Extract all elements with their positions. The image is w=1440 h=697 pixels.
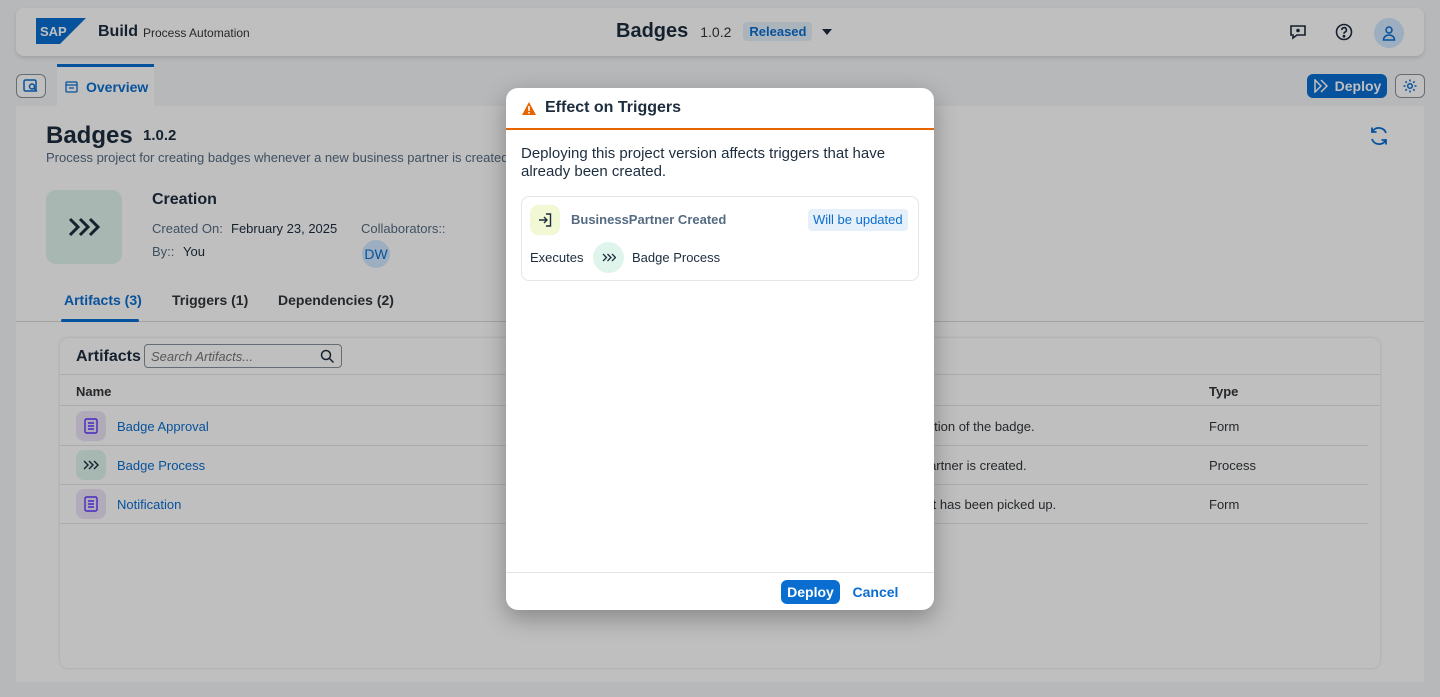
status-badge: Will be updated (808, 209, 908, 231)
dialog-message: Deploying this project version affects t… (521, 145, 886, 180)
trigger-icon (530, 205, 560, 235)
process-name: Badge Process (632, 250, 721, 265)
cancel-button[interactable]: Cancel (848, 580, 903, 604)
dialog-title: Effect on Triggers (545, 99, 682, 116)
dialog-footer: Deploy Cancel (506, 572, 934, 610)
trigger-name: BusinessPartner Created (571, 212, 727, 227)
trigger-card: BusinessPartner Created Will be updated … (521, 196, 919, 281)
dialog-header: Effect on Triggers (506, 88, 934, 130)
executes-label: Executes (530, 250, 584, 265)
process-icon (593, 242, 624, 273)
effect-on-triggers-dialog: Effect on Triggers Deploying this projec… (506, 88, 934, 610)
warning-icon (522, 101, 536, 115)
confirm-deploy-button[interactable]: Deploy (781, 580, 840, 604)
